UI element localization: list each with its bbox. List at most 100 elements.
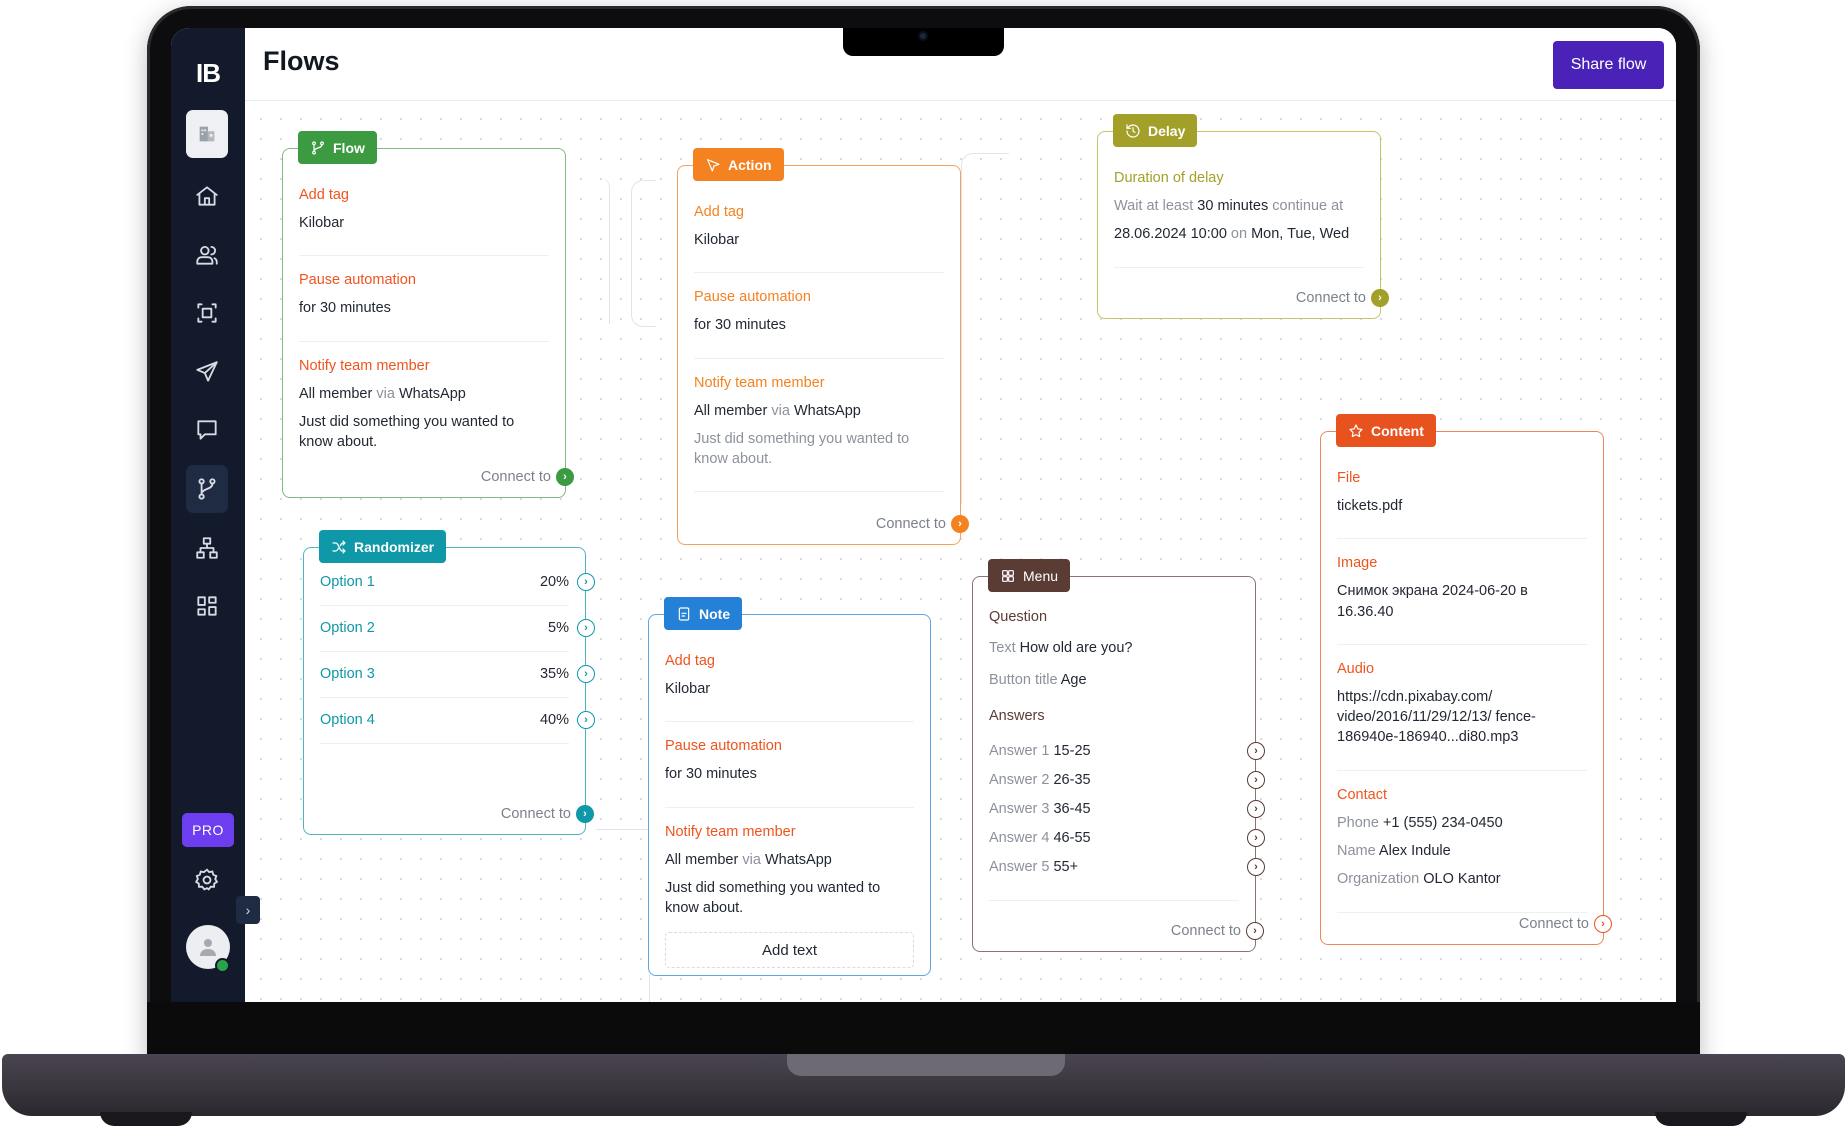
section-value: for 30 minutes xyxy=(665,766,757,783)
notify-who: All member xyxy=(665,851,739,868)
option-handle-icon[interactable]: › xyxy=(577,619,595,637)
image-name[interactable]: Снимок экрана 2024-06-20 в 16.36.40 xyxy=(1337,581,1537,622)
connection-line-flow-action xyxy=(631,180,656,327)
randomizer-option[interactable]: Option 1 20% › xyxy=(320,560,595,606)
connection-line xyxy=(566,178,610,324)
message-icon xyxy=(197,420,217,440)
shuffle-icon xyxy=(332,539,346,554)
contact-section: Contact Phone +1 (555) 234-0450 Name Ale… xyxy=(1337,771,1587,913)
node-tag-menu[interactable]: Menu xyxy=(988,559,1071,592)
section-value: for 30 minutes xyxy=(299,300,391,317)
node-tag-label: Delay xyxy=(1148,122,1186,139)
action-node[interactable]: Action Add tag Kilobar Pause automation … xyxy=(677,148,969,545)
section-label: Image xyxy=(1337,555,1378,572)
sidebar-item-focus[interactable] xyxy=(186,289,228,337)
node-tag-note[interactable]: Note xyxy=(664,597,743,630)
option-handle-icon[interactable]: › xyxy=(577,665,595,683)
add-text-button[interactable]: Add text xyxy=(665,932,914,969)
audio-url[interactable]: https://cdn.pixabay.com/ video/2016/11/2… xyxy=(1337,687,1567,748)
question-label: Question xyxy=(989,609,1048,625)
menu-answer[interactable]: Answer 2 26-35 › xyxy=(989,766,1265,795)
node-tag-randomizer[interactable]: Randomizer xyxy=(319,530,447,563)
option-label: Option 3 xyxy=(320,666,375,682)
button-title-value: Age xyxy=(1060,671,1087,688)
menu-answer[interactable]: Answer 4 46-55 › xyxy=(989,824,1265,853)
option-percent: 35% xyxy=(539,666,569,682)
connect-to[interactable]: Connect to xyxy=(1296,290,1366,306)
connection-line-randomizer-note xyxy=(596,829,648,830)
expand-sidebar-button[interactable]: › xyxy=(236,896,260,924)
content-node[interactable]: Content File tickets.pdf Image Снимок эк… xyxy=(1320,414,1612,945)
connect-label: Connect to xyxy=(480,469,551,485)
connect-label: Connect to xyxy=(1518,916,1589,932)
node-tag-action[interactable]: Action xyxy=(693,148,784,181)
node-tag-delay[interactable]: Delay xyxy=(1113,114,1198,147)
sidebar-item-integrations[interactable] xyxy=(186,524,228,572)
section-label: Pause automation xyxy=(299,272,416,289)
answers-label: Answers xyxy=(989,707,1045,724)
laptop-opening-notch xyxy=(787,1054,1065,1076)
connect-handle-icon[interactable]: › xyxy=(1246,922,1264,940)
connect-handle-icon[interactable]: › xyxy=(576,805,594,823)
connect-label: Connect to xyxy=(875,516,946,532)
section-value: Kilobar xyxy=(694,232,740,248)
node-tag-flow[interactable]: Flow xyxy=(298,131,377,164)
menu-node[interactable]: Menu Question Text How old are you? Butt… xyxy=(972,559,1265,952)
connect-handle-icon[interactable]: › xyxy=(556,468,574,486)
note-node[interactable]: Note Add tag Kilobar Pause automation fo… xyxy=(648,597,931,976)
answer-value: 36-45 xyxy=(1053,801,1091,818)
menu-answer[interactable]: Answer 3 36-45 › xyxy=(989,795,1265,824)
connect-label: Connect to xyxy=(1170,923,1241,939)
cursor-click-icon xyxy=(707,158,720,172)
connect-to[interactable]: Connect to xyxy=(1519,916,1589,932)
pause-section: Pause automation for 30 minutes xyxy=(299,256,549,342)
file-section: File tickets.pdf xyxy=(1337,454,1587,540)
option-percent: 20% xyxy=(539,574,569,590)
settings-button[interactable] xyxy=(191,864,223,896)
add-tag-section: Add tag Kilobar xyxy=(665,637,914,723)
name-value: Alex Indule xyxy=(1378,843,1451,860)
option-handle-icon[interactable]: › xyxy=(577,711,595,729)
delay-duration: 30 minutes xyxy=(1197,198,1269,214)
pro-badge[interactable]: PRO xyxy=(182,813,234,847)
sidebar-item-chats[interactable] xyxy=(186,406,228,454)
page-title: Flows xyxy=(263,46,340,76)
sidebar-item-apps[interactable] xyxy=(186,582,228,630)
randomizer-option[interactable]: Option 3 35% › xyxy=(320,652,595,698)
option-label: Option 4 xyxy=(320,712,375,728)
node-tag-content[interactable]: Content xyxy=(1336,414,1436,447)
sidebar-item-contacts[interactable] xyxy=(186,231,228,279)
randomizer-option[interactable]: Option 4 40% › xyxy=(320,698,595,744)
star-icon xyxy=(1349,423,1363,437)
share-flow-button[interactable]: Share flow xyxy=(1553,41,1664,89)
connect-handle-icon[interactable]: › xyxy=(1594,915,1612,933)
building-icon xyxy=(199,126,215,142)
section-value: Kilobar xyxy=(665,681,711,697)
sidebar-item-home[interactable] xyxy=(186,172,228,220)
connect-to[interactable]: Connect to xyxy=(1171,923,1241,939)
connect-handle-icon[interactable]: › xyxy=(951,515,969,533)
flow-node[interactable]: Flow Add tag Kilobar Pause automation fo… xyxy=(282,131,574,498)
notify-channel: WhatsApp xyxy=(398,385,466,402)
file-name[interactable]: tickets.pdf xyxy=(1337,496,1587,516)
app-logo[interactable]: IB xyxy=(171,58,245,89)
connect-to[interactable]: Connect to xyxy=(876,516,946,532)
connect-to[interactable]: Connect to xyxy=(481,469,551,485)
sidebar-item-broadcasts[interactable] xyxy=(186,348,228,396)
pause-section: Pause automation for 30 minutes xyxy=(694,273,944,359)
connection-line xyxy=(649,974,650,1002)
continue-text: continue at xyxy=(1272,198,1344,214)
menu-answer[interactable]: Answer 5 55+ › xyxy=(989,853,1265,882)
workspace-button[interactable] xyxy=(186,110,228,158)
option-handle-icon[interactable]: › xyxy=(577,573,595,591)
section-label: Contact xyxy=(1337,786,1387,803)
connect-to[interactable]: Connect to xyxy=(501,806,571,822)
menu-answer[interactable]: Answer 1 15-25 › xyxy=(989,737,1265,766)
notify-message: Just did something you wanted to know ab… xyxy=(694,430,910,468)
connect-handle-icon[interactable]: › xyxy=(1371,289,1389,307)
image-section: Image Снимок экрана 2024-06-20 в 16.36.4… xyxy=(1337,539,1587,645)
randomizer-option[interactable]: Option 2 5% › xyxy=(320,606,595,652)
sidebar-item-flows[interactable] xyxy=(186,465,228,513)
randomizer-node[interactable]: Randomizer Option 1 20% › Option 2 5% › Option… xyxy=(303,530,595,835)
delay-node[interactable]: Delay Duration of delay Wait at least 30… xyxy=(1097,114,1389,319)
